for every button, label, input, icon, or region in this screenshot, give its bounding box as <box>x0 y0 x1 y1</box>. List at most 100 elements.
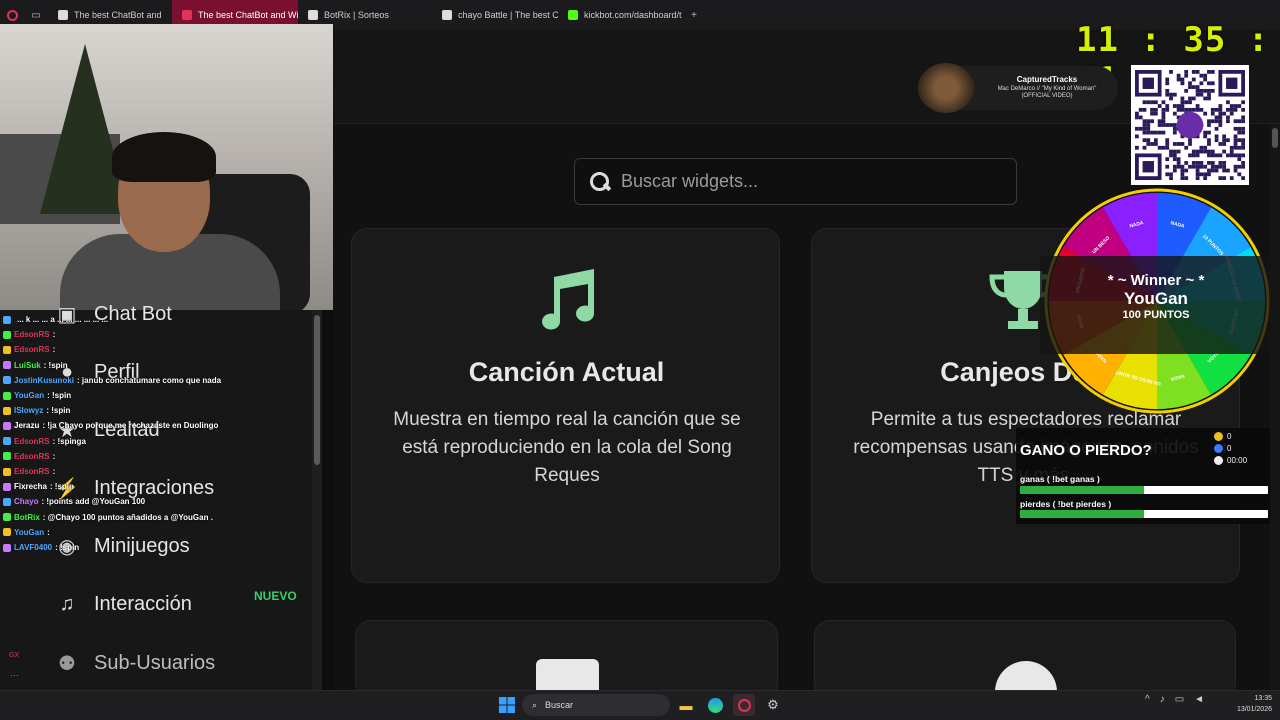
wheel-winner-panel: * ~ Winner ~ * YouGan 100 PUNTOS <box>1040 256 1272 354</box>
chat-text: : @Chayo 100 puntos añadidos a @YouGan . <box>42 512 213 522</box>
chat-text: : <box>52 451 56 461</box>
poll-coins-value: 0 <box>1227 432 1232 441</box>
page-scrollbar[interactable] <box>1270 124 1280 690</box>
tab-favicon <box>442 10 452 20</box>
chat-message: EdsonRS: <box>0 464 312 479</box>
poll-users: 0 <box>1214 444 1231 453</box>
chat-badge-icon <box>3 528 11 537</box>
volume-icon[interactable]: ◄ <box>1194 694 1204 705</box>
chat-badge-icon <box>3 498 11 507</box>
tab-favicon <box>182 10 192 20</box>
clock-separator: : <box>1247 20 1270 60</box>
tab-favicon <box>568 10 578 20</box>
search-icon <box>589 171 611 193</box>
opera-gx-icon[interactable] <box>733 694 755 716</box>
winner-name: YouGan <box>1124 289 1188 308</box>
clock-icon <box>1214 456 1223 465</box>
users-icon <box>1214 444 1223 453</box>
card-title: Canción Actual <box>468 357 665 387</box>
taskbar-clock[interactable]: 13:35 13/01/2026 <box>1222 693 1272 715</box>
clock-separator: : <box>1140 20 1162 60</box>
chat-text: ... k ... ... a ... ... ... ... ... ... <box>17 315 109 324</box>
chat-message: YouGan: <box>0 525 312 540</box>
widget-card-4[interactable] <box>814 620 1236 701</box>
chat-badge-icon <box>3 482 11 491</box>
network-icon[interactable]: ▭ <box>1175 694 1184 705</box>
chat-badge-icon <box>3 330 11 339</box>
chat-username: EdsonRS <box>14 436 50 446</box>
chat-message: LAVF0400: !spin <box>0 540 312 555</box>
tab-favicon <box>308 10 318 20</box>
microphone-icon[interactable]: ♪ <box>1160 694 1165 705</box>
chat-message: EdsonRS: <box>0 449 312 464</box>
music-note-icon <box>542 269 595 330</box>
now-playing-subtitle: (OFFICIAL VIDEO) <box>1021 93 1073 99</box>
nuevo-badge: NUEVO <box>254 589 297 603</box>
chat-username: Fixrecha <box>14 482 47 492</box>
bet-poll-widget: GANO O PIERDO? 0 0 00:00 ganas ( !bet ga… <box>1016 428 1272 524</box>
chat-username: EdsonRS <box>14 345 50 355</box>
now-playing-title: Mac DeMarco // "My Kind of Woman" <box>997 86 1097 92</box>
users-icon: ⚉ <box>58 652 76 675</box>
search-icon: ⌕ <box>532 699 538 710</box>
chat-message: ... k ... ... a ... ... ... ... ... ... <box>0 312 312 327</box>
widget-card-cancion-actual[interactable]: Canción Actual Muestra en tiempo real la… <box>351 228 780 583</box>
chat-message: ISlowyz: !spin <box>0 403 312 418</box>
chat-username: JostinKusunoki <box>14 375 75 385</box>
poll-timer: 00:00 <box>1214 456 1247 465</box>
poll-coins: 0 <box>1214 432 1231 441</box>
edge-icon[interactable] <box>704 694 726 716</box>
taskbar-date: 13/01/2026 <box>1236 706 1272 713</box>
poll-option-label: ganas ( !bet ganas ) <box>1020 474 1100 484</box>
poll-option-fill <box>1020 510 1144 518</box>
card-description: Muestra en tiempo real la canción que se… <box>393 409 741 486</box>
chat-badge-icon <box>3 437 11 446</box>
tray-chevron-icon[interactable]: ^ <box>1145 694 1150 705</box>
poll-time-value: 00:00 <box>1227 456 1248 465</box>
chat-badge-icon <box>3 513 11 522</box>
browser-side-icon[interactable]: GX <box>9 652 19 659</box>
chat-username: LuiSuk <box>14 360 41 370</box>
steam-icon[interactable]: ⚙ <box>762 694 784 716</box>
sidebar-item-interaccion[interactable]: ♫ Interacción <box>54 592 192 616</box>
chat-message: BotRix: @Chayo 100 puntos añadidos a @Yo… <box>0 510 312 525</box>
poll-option-bar <box>1020 486 1268 494</box>
chat-message: Fixrecha: !spin <box>0 479 312 494</box>
winner-prize: 100 PUNTOS <box>1122 309 1190 321</box>
new-tab-button[interactable]: + <box>682 0 706 30</box>
tab-label: The best ChatBot and Wid <box>198 10 298 20</box>
chat-message: YouGan: !spin <box>0 388 312 403</box>
chat-badge-icon <box>3 467 11 476</box>
chat-text: : !spinga <box>52 436 86 446</box>
sidebar-item-sub-usuarios[interactable]: ⚉ Sub-Usuarios <box>54 651 215 675</box>
file-explorer-icon[interactable]: ▬ <box>675 694 697 716</box>
album-art <box>918 63 974 113</box>
chat-text: : <box>47 527 50 537</box>
browser-more-icon[interactable]: ··· <box>10 670 19 680</box>
sidebar-item-label: Sub-Usuarios <box>94 651 216 674</box>
chat-text: : <box>52 330 56 340</box>
chat-message: Jerazu: !ja Chayo porque me rechazaste e… <box>0 418 312 433</box>
widget-card-3[interactable] <box>355 620 778 701</box>
windows-start-icon[interactable] <box>496 694 518 716</box>
coin-icon <box>1214 432 1223 441</box>
page-scrollbar-thumb[interactable] <box>1272 128 1278 148</box>
chat-username: LAVF0400 <box>14 543 53 553</box>
widget-search-input[interactable] <box>621 171 981 192</box>
taskbar-search-label: Buscar <box>545 700 574 710</box>
tab-kickbot[interactable]: kickbot.com/dashboard/tr <box>558 0 682 30</box>
poll-option-label: pierdes ( !bet pierdes ) <box>1020 499 1112 509</box>
sidebar-scrollbar-thumb[interactable] <box>314 315 320 465</box>
widget-search-box[interactable] <box>574 158 1017 205</box>
chat-username: YouGan <box>14 527 45 537</box>
yape-logo-icon <box>1176 111 1204 139</box>
chat-username: BotRix <box>14 512 40 522</box>
chat-username: EdsonRS <box>14 467 50 477</box>
chat-badge-icon <box>3 452 11 461</box>
taskbar-search[interactable]: ⌕ Buscar <box>522 694 670 716</box>
chat-text: : !points add @YouGan 100 <box>41 497 146 507</box>
tab-chayo-battle[interactable]: chayo Battle | The best Ch <box>432 0 558 30</box>
chat-text: : janub conchatumare como que nada <box>77 375 222 385</box>
chat-text: : !spin <box>55 543 80 553</box>
qr-pattern <box>1135 70 1245 180</box>
